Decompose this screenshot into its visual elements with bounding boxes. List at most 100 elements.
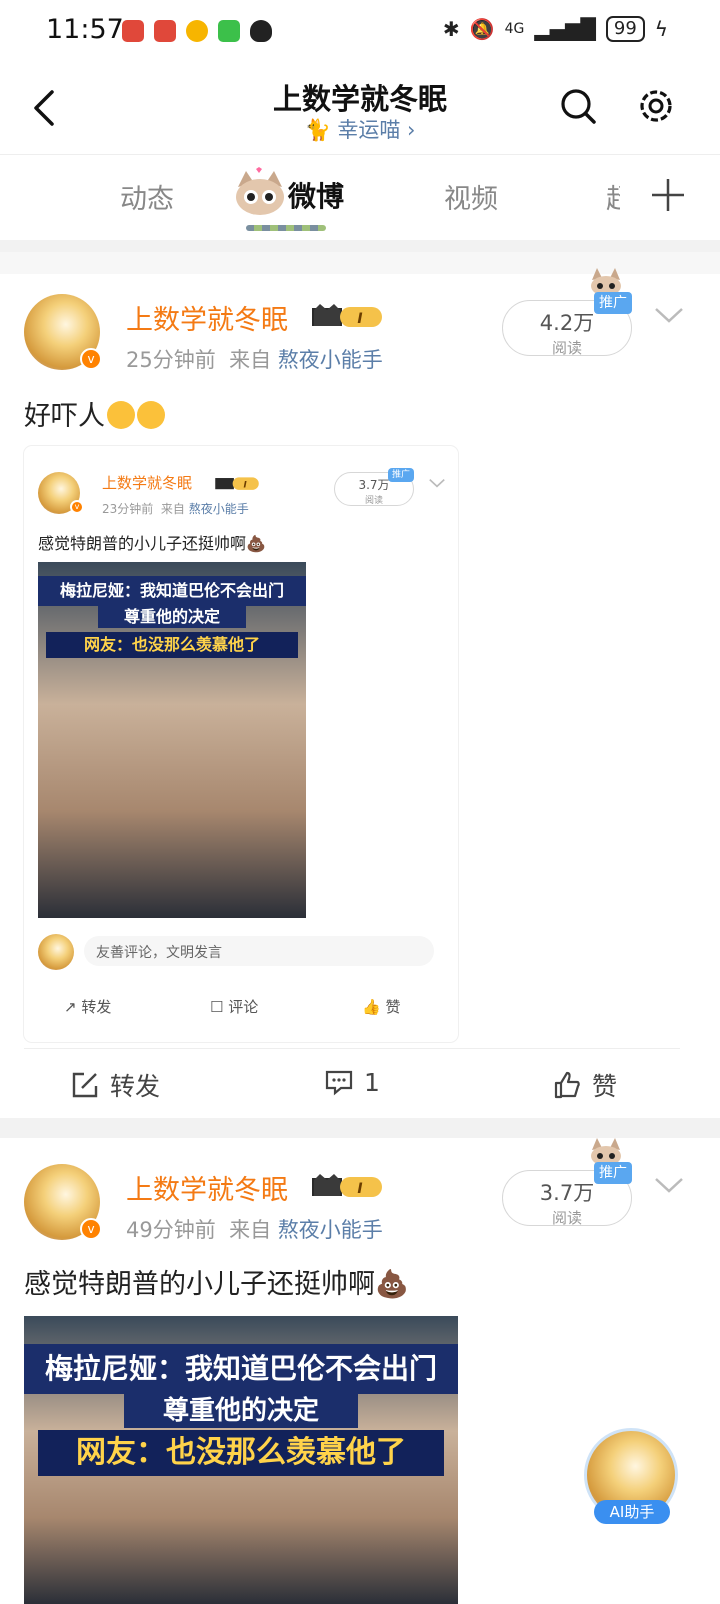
post-text-content: 感觉特朗普的小儿子还挺帅啊 — [24, 1269, 375, 1300]
post-image[interactable]: v 上数学就冬眠 I 23分钟前 来自 熬夜小能手 3.7万 阅读 推广 感觉特朗… — [24, 446, 458, 1042]
poop-emoji-icon: 💩 — [246, 534, 266, 553]
photo-caption-bottom: 网友：也没那么羡慕他了 — [46, 632, 298, 658]
post-meta: 25分钟前 来自 熬夜小能手 — [126, 344, 383, 374]
post-source[interactable]: 熬夜小能手 — [278, 348, 383, 372]
level-badge-text: I — [357, 1181, 362, 1197]
charging-icon: ϟ — [654, 17, 668, 41]
post-meta: 49分钟前 来自 熬夜小能手 — [126, 1214, 383, 1244]
wechat-notification-icon — [218, 20, 240, 42]
tab-dynamic[interactable]: 动态 — [120, 177, 174, 216]
signal-icon: ▂▄▆█ — [534, 17, 596, 41]
comment-button[interactable]: 1 — [324, 1067, 380, 1097]
chevron-down-icon[interactable] — [654, 306, 684, 324]
post-source[interactable]: 熬夜小能手 — [278, 1218, 383, 1242]
embed-time: 23分钟前 — [102, 502, 154, 516]
tab-underline — [246, 225, 326, 231]
status-time: 11:57 — [46, 14, 124, 45]
read-label: 阅读 — [551, 1209, 582, 1227]
plus-icon[interactable] — [648, 175, 688, 215]
page-subtitle[interactable]: 🐈 幸运喵 › — [0, 114, 720, 144]
embed-text: 感觉特朗普的小儿子还挺帅啊💩 — [38, 530, 266, 554]
post-text: 感觉特朗普的小儿子还挺帅啊💩 — [24, 1262, 409, 1301]
repost-icon — [72, 1072, 98, 1098]
embed-source: 熬夜小能手 — [188, 502, 249, 516]
comment-input: 友善评论，文明发言 — [84, 936, 434, 966]
subtitle-text: 幸运喵 › — [337, 118, 416, 142]
tab-video[interactable]: 视频 — [444, 177, 498, 216]
promo-badge: 推广 — [594, 1162, 632, 1184]
source-prefix: 来自 — [229, 348, 272, 372]
ai-assistant-label[interactable]: AI助手 — [594, 1500, 670, 1524]
qq-notification-icon — [250, 20, 272, 42]
embed-repost: ↗ 转发 — [64, 998, 112, 1016]
read-label: 阅读 — [364, 496, 383, 506]
vip-badge-icon: v — [70, 500, 84, 514]
chevron-down-icon[interactable] — [654, 1176, 684, 1194]
tab-weibo[interactable]: 微博 — [232, 165, 352, 235]
comment-avatar — [38, 934, 74, 970]
tab-super[interactable]: 超 — [606, 177, 620, 216]
like-button[interactable]: 赞 — [552, 1067, 617, 1103]
embed-comment: ☐ 评论 — [210, 998, 259, 1016]
signal-label: 4G — [504, 21, 525, 37]
bluetooth-icon: ✱ — [442, 17, 460, 41]
weibo-notification-icon — [186, 20, 208, 42]
crown-badge-icon: I — [312, 304, 382, 327]
post-actions: 转发 1 赞 — [24, 1048, 680, 1120]
post-text-content: 好吓人 — [24, 401, 105, 432]
embed-text-content: 感觉特朗普的小儿子还挺帅啊 — [38, 534, 247, 553]
search-icon[interactable] — [558, 86, 598, 126]
battery-level: 99 — [605, 16, 645, 42]
post-username[interactable]: 上数学就冬眠 — [126, 1168, 288, 1207]
photo-caption-mid: 尊重他的决定 — [98, 606, 246, 628]
crown-badge-icon: I — [215, 477, 259, 490]
promo-badge: 推广 — [388, 468, 414, 482]
cat-mascot-icon — [236, 167, 284, 215]
photo-caption-top: 梅拉尼娅：我知道巴伦不会出门 — [38, 576, 306, 606]
post-time: 25分钟前 — [126, 348, 216, 372]
embed-photo: 梅拉尼娅：我知道巴伦不会出门 尊重他的决定 网友：也没那么羡慕他了 — [38, 562, 306, 918]
page-title: 上数学就冬眠 — [272, 82, 447, 116]
repost-button[interactable]: 转发 — [70, 1067, 160, 1103]
embed-repost-label: 转发 — [81, 998, 112, 1016]
post-text: 好吓人 — [24, 394, 165, 433]
promo-badge: 推广 — [594, 292, 632, 314]
notification-app-icon — [154, 20, 176, 42]
vip-badge-icon: v — [80, 348, 102, 370]
level-badge-text: I — [357, 311, 362, 327]
post-username[interactable]: 上数学就冬眠 — [126, 298, 288, 337]
smile-emoji-icon — [137, 401, 165, 429]
embed-meta: 23分钟前 来自 熬夜小能手 — [102, 500, 249, 517]
mute-icon: 🔕 — [469, 17, 495, 41]
embed-comment-label: 评论 — [228, 998, 259, 1016]
divider — [0, 240, 720, 252]
vip-badge-icon: v — [80, 1218, 102, 1240]
photo-caption-bottom: 网友：也没那么羡慕他了 — [38, 1430, 444, 1476]
status-bar: 11:57 ✱ 🔕 4G ▂▄▆█ 99 ϟ — [0, 0, 720, 64]
embed-like: 👍 赞 — [362, 998, 401, 1016]
like-label: 赞 — [592, 1072, 618, 1101]
comment-icon — [325, 1070, 353, 1096]
tab-weibo-label: 微博 — [288, 180, 345, 213]
thumbs-up-icon — [554, 1071, 580, 1099]
post-image[interactable]: 梅拉尼娅：我知道巴伦不会出门 尊重他的决定 网友：也没那么羡慕他了 — [24, 1316, 458, 1604]
embed-like-label: 赞 — [385, 998, 401, 1016]
repost-label: 转发 — [110, 1072, 161, 1101]
chevron-down-icon — [429, 479, 445, 488]
read-label: 阅读 — [551, 339, 582, 357]
profile-header: 上数学就冬眠 🐈 幸运喵 › — [0, 64, 720, 154]
source-prefix: 来自 — [229, 1218, 272, 1242]
divider — [0, 1118, 720, 1138]
source-prefix: 来自 — [160, 502, 185, 516]
cat-icon: 🐈 — [304, 118, 338, 142]
gear-icon[interactable] — [636, 86, 676, 126]
photo-caption-top: 梅拉尼娅：我知道巴伦不会出门 — [24, 1344, 458, 1394]
post-time: 49分钟前 — [126, 1218, 216, 1242]
notification-app-icon — [122, 20, 144, 42]
embed-username: 上数学就冬眠 — [102, 474, 193, 492]
profile-tabs: 动态 微博 视频 超 — [0, 154, 720, 240]
crown-badge-icon: I — [312, 1174, 382, 1197]
photo-caption-mid: 尊重他的决定 — [124, 1394, 358, 1428]
comment-count: 1 — [364, 1067, 380, 1097]
poop-emoji-icon: 💩 — [375, 1269, 409, 1300]
